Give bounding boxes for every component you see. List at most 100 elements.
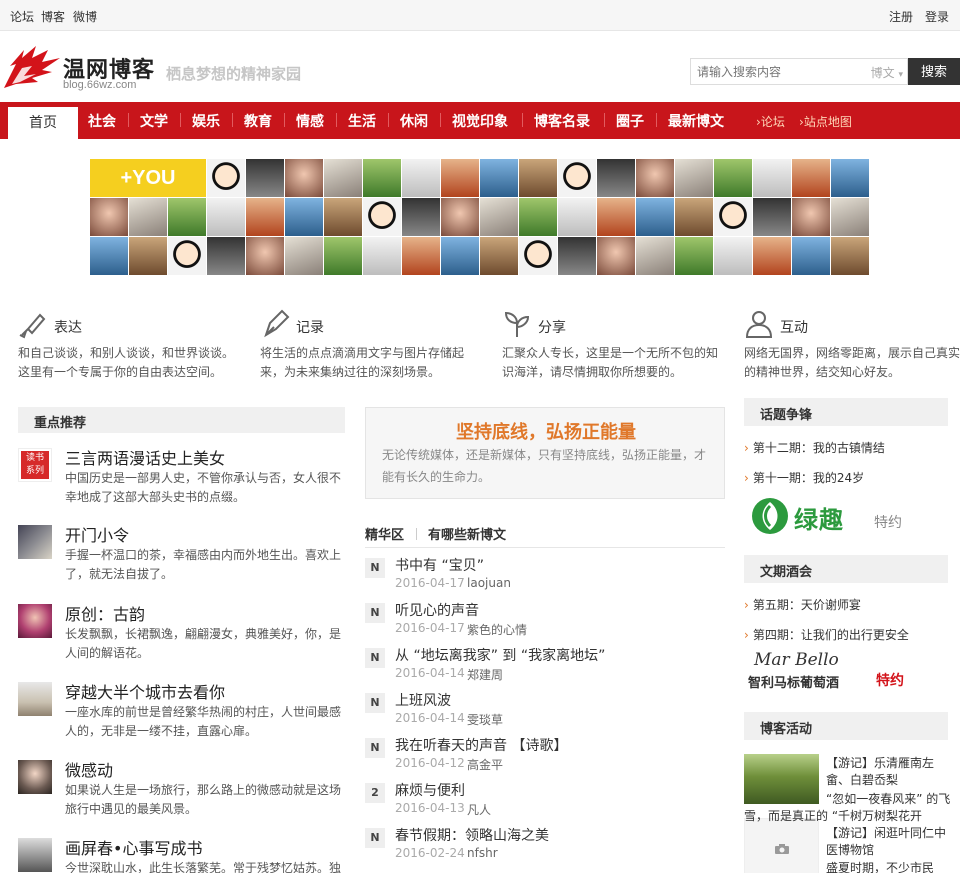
sponsor-ad-lvqu[interactable]: 绿趣 特约	[748, 494, 918, 538]
avatar[interactable]	[402, 159, 440, 197]
topic-link[interactable]: › 第十一期：我的24岁	[744, 469, 864, 486]
tab-new-posts[interactable]: 有哪些新博文	[428, 524, 506, 543]
avatar[interactable]	[129, 237, 167, 275]
search-scope-select[interactable]: 博文 ▾	[871, 64, 903, 81]
avatar[interactable]	[597, 159, 635, 197]
register-link[interactable]: 注册	[889, 8, 913, 25]
avatar[interactable]	[480, 159, 518, 197]
post-author[interactable]: 高金平	[467, 756, 503, 773]
activity-title[interactable]: 【游记】乐清雁南左畲、白碧岙梨	[826, 755, 956, 789]
recommend-title[interactable]: 开门小令	[65, 522, 129, 546]
wine-link[interactable]: › 第五期：天价谢师宴	[744, 596, 861, 613]
top-link-blog[interactable]: 博客	[41, 8, 65, 25]
top-link-forum[interactable]: 论坛	[10, 8, 34, 25]
nav-item-leisure[interactable]: 休闲	[400, 111, 428, 131]
avatar[interactable]	[324, 198, 362, 236]
avatar[interactable]	[363, 159, 401, 197]
recommend-title[interactable]: 原创：古韵	[65, 601, 145, 625]
avatar[interactable]	[636, 159, 674, 197]
avatar[interactable]	[363, 198, 401, 236]
avatar[interactable]	[207, 198, 245, 236]
avatar[interactable]	[285, 198, 323, 236]
avatar[interactable]	[753, 237, 791, 275]
post-author[interactable]: 雯琰草	[467, 711, 503, 728]
avatar[interactable]	[90, 198, 128, 236]
topic-link[interactable]: › 第十二期：我的古镇情结	[744, 439, 885, 456]
wine-link[interactable]: › 第四期：让我们的出行更安全	[744, 626, 909, 643]
avatar[interactable]	[441, 237, 479, 275]
avatar[interactable]	[480, 237, 518, 275]
avatar[interactable]	[168, 198, 206, 236]
avatar[interactable]	[285, 159, 323, 197]
search-button[interactable]: 搜索	[908, 58, 960, 85]
avatar[interactable]	[324, 237, 362, 275]
post-author[interactable]: 凡人	[467, 801, 491, 818]
nav-item-circle[interactable]: 圈子	[616, 111, 644, 131]
nav-item-society[interactable]: 社会	[88, 111, 116, 131]
recommend-title[interactable]: 微感动	[65, 757, 113, 781]
nav-item-emotion[interactable]: 情感	[296, 111, 324, 131]
avatar[interactable]	[402, 237, 440, 275]
tab-featured[interactable]: 精华区	[365, 524, 404, 543]
avatar[interactable]	[129, 198, 167, 236]
avatar[interactable]	[324, 159, 362, 197]
avatar[interactable]	[558, 237, 596, 275]
avatar[interactable]	[402, 198, 440, 236]
nav-item-literature[interactable]: 文学	[140, 111, 168, 131]
avatar[interactable]	[792, 198, 830, 236]
post-title[interactable]: 书中有 “宝贝”	[395, 555, 484, 575]
avatar[interactable]	[714, 237, 752, 275]
nav-item-visual[interactable]: 视觉印象	[452, 111, 508, 131]
activity-title[interactable]: 【游记】闲逛叶同仁中医博物馆	[826, 825, 956, 859]
post-title[interactable]: 听见心的声音	[395, 600, 479, 620]
post-author[interactable]: 郑建周	[467, 666, 503, 683]
avatar[interactable]	[558, 198, 596, 236]
avatar[interactable]	[168, 237, 206, 275]
nav-item-entertainment[interactable]: 娱乐	[192, 111, 220, 131]
avatar[interactable]	[207, 237, 245, 275]
avatar[interactable]	[831, 237, 869, 275]
avatar[interactable]	[753, 198, 791, 236]
sponsor-ad-marbello[interactable]: Mar Bello 智利马标葡萄酒 特约	[748, 650, 918, 696]
avatar[interactable]	[597, 198, 635, 236]
nav-item-life[interactable]: 生活	[348, 111, 376, 131]
post-author[interactable]: laojuan	[467, 576, 511, 590]
post-title[interactable]: 上班风波	[395, 690, 451, 710]
avatar[interactable]	[90, 237, 128, 275]
avatar[interactable]	[714, 159, 752, 197]
avatar[interactable]	[831, 159, 869, 197]
avatar[interactable]	[441, 159, 479, 197]
avatar[interactable]	[597, 237, 635, 275]
avatar[interactable]	[792, 237, 830, 275]
avatar[interactable]	[675, 198, 713, 236]
avatar[interactable]	[246, 159, 284, 197]
avatar[interactable]	[207, 159, 245, 197]
post-title[interactable]: 春节假期：领略山海之美	[395, 825, 549, 845]
logo-icon[interactable]	[2, 44, 62, 92]
post-author[interactable]: 紫色的心情	[467, 621, 527, 638]
join-you-tile[interactable]: +YOU	[90, 159, 206, 197]
nav-item-directory[interactable]: 博客名录	[534, 111, 590, 131]
avatar[interactable]	[363, 237, 401, 275]
avatar[interactable]	[636, 237, 674, 275]
nav-home[interactable]: 首页	[8, 107, 78, 141]
recommend-title[interactable]: 三言两语漫话史上美女	[65, 445, 225, 469]
recommend-title[interactable]: 画屏春•心事写成书	[65, 835, 202, 859]
nav-item-latest[interactable]: 最新博文	[668, 111, 724, 131]
avatar[interactable]	[246, 198, 284, 236]
avatar[interactable]	[792, 159, 830, 197]
post-author[interactable]: nfshr	[467, 846, 498, 860]
avatar[interactable]	[285, 237, 323, 275]
avatar[interactable]	[441, 198, 479, 236]
avatar[interactable]	[714, 198, 752, 236]
recommend-title[interactable]: 穿越大半个城市去看你	[65, 679, 225, 703]
avatar[interactable]	[675, 159, 713, 197]
post-title[interactable]: 从 “地坛离我家” 到 “我家离地坛”	[395, 645, 605, 665]
avatar[interactable]	[480, 198, 518, 236]
avatar[interactable]	[519, 159, 557, 197]
avatar[interactable]	[675, 237, 713, 275]
login-link[interactable]: 登录	[925, 8, 949, 25]
post-title[interactable]: 我在听春天的声音 【诗歌】	[395, 735, 567, 755]
search-input[interactable]	[691, 59, 851, 84]
avatar[interactable]	[753, 159, 791, 197]
